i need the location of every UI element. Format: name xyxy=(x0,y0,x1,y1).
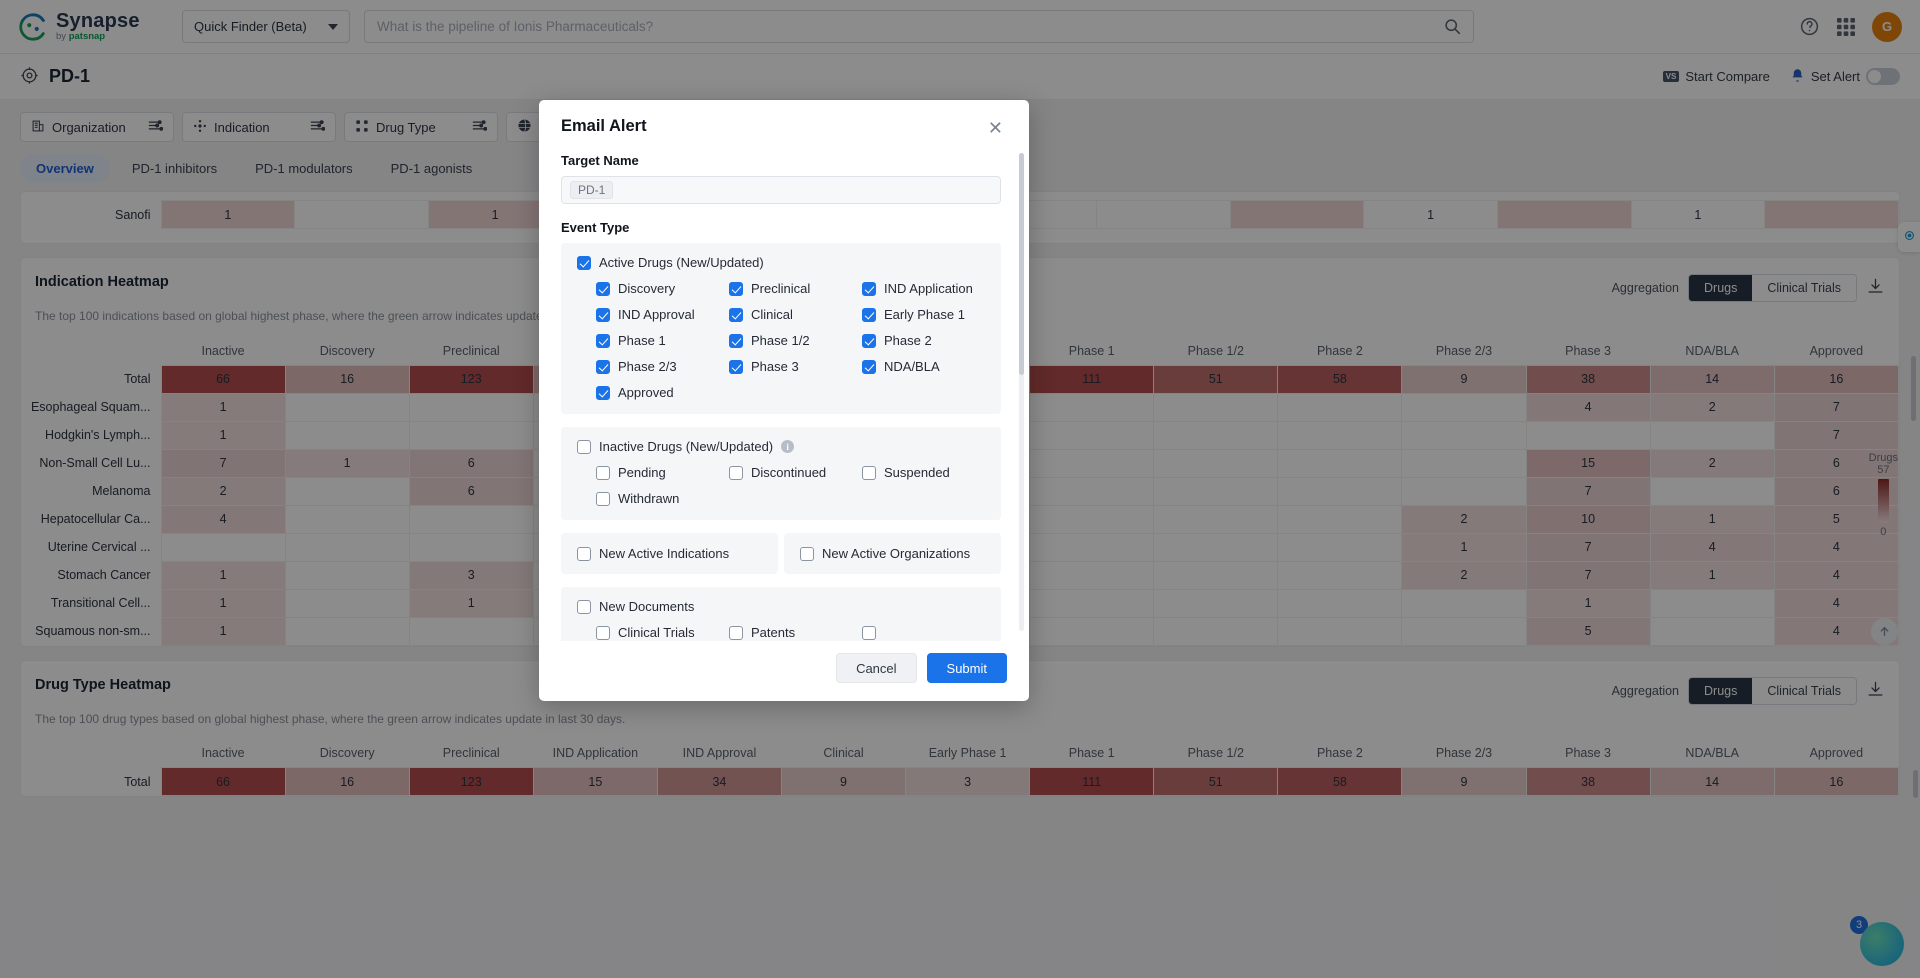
checkbox-ind-application[interactable]: IND Application xyxy=(862,281,985,296)
checkbox-nda-bla[interactable]: NDA/BLA xyxy=(862,359,985,374)
active-drugs-group: Active Drugs (New/Updated) Discovery Pre… xyxy=(561,243,1001,414)
checkbox-withdrawn[interactable]: Withdrawn xyxy=(596,491,729,506)
active-drugs-parent-checkbox[interactable]: Active Drugs (New/Updated) xyxy=(577,255,985,270)
checkbox-approved[interactable]: Approved xyxy=(596,385,729,400)
checkbox-label: NDA/BLA xyxy=(884,359,940,374)
checkbox-label: IND Approval xyxy=(618,307,695,322)
checkbox-label: Preclinical xyxy=(751,281,811,296)
inactive-drugs-parent-checkbox[interactable]: Inactive Drugs (New/Updated) i xyxy=(577,439,985,454)
checkbox-discontinued[interactable]: Discontinued xyxy=(729,465,862,480)
checkbox-pending[interactable]: Pending xyxy=(596,465,729,480)
checkbox-label: Phase 1/2 xyxy=(751,333,810,348)
checkbox-new-active-indications[interactable]: New Active Indications xyxy=(577,546,762,561)
checkbox-label: Patents xyxy=(751,625,796,640)
checkbox-box[interactable] xyxy=(577,546,591,561)
target-name-label: Target Name xyxy=(561,153,639,168)
checkbox-phase-1[interactable]: Phase 1 xyxy=(596,333,729,348)
checkbox-box[interactable] xyxy=(596,359,610,374)
checkbox-box[interactable] xyxy=(729,465,743,480)
cancel-button[interactable]: Cancel xyxy=(836,653,917,683)
checkbox-label: Withdrawn xyxy=(618,491,680,506)
target-name-input[interactable]: PD-1 xyxy=(561,176,1001,204)
new-documents-options: Clinical Trials Patents xyxy=(577,625,985,641)
dialog-body: Target Name PD-1 Event Type Active Drugs… xyxy=(539,139,1029,641)
event-type-label: Event Type xyxy=(561,220,630,235)
new-active-row: New Active Indications New Active Organi… xyxy=(561,533,1001,574)
target-name-chip[interactable]: PD-1 xyxy=(570,181,614,199)
dialog-scroll-area: Target Name PD-1 Event Type Active Drugs… xyxy=(561,153,1007,641)
checkbox-ind-approval[interactable]: IND Approval xyxy=(596,307,729,322)
checkbox-box[interactable] xyxy=(596,333,610,348)
checkbox-box[interactable] xyxy=(862,359,876,374)
checkbox-box[interactable] xyxy=(577,439,591,454)
inactive-drugs-options: Pending Discontinued Suspended Withdrawn xyxy=(577,465,985,506)
checkbox-box[interactable] xyxy=(596,465,610,480)
checkbox-label: Inactive Drugs (New/Updated) xyxy=(599,439,774,454)
checkbox-suspended[interactable]: Suspended xyxy=(862,465,985,480)
dialog-header: Email Alert ✕ xyxy=(539,100,1029,139)
checkbox-label: Phase 2/3 xyxy=(618,359,677,374)
dialog-scrollbar[interactable] xyxy=(1019,153,1024,631)
checkbox-box[interactable] xyxy=(596,385,610,400)
new-active-indications-box: New Active Indications xyxy=(561,533,778,574)
checkbox-label: Early Phase 1 xyxy=(884,307,965,322)
checkbox-box[interactable] xyxy=(800,546,814,561)
checkbox-box[interactable] xyxy=(729,307,743,322)
checkbox-clinical-trials[interactable]: Clinical Trials xyxy=(596,625,729,640)
checkbox-label: Clinical xyxy=(751,307,793,322)
dialog-footer: Cancel Submit xyxy=(539,641,1029,701)
checkbox-box[interactable] xyxy=(862,307,876,322)
checkbox-box[interactable] xyxy=(862,625,876,640)
checkbox-box[interactable] xyxy=(577,599,591,614)
checkbox-label: Discontinued xyxy=(751,465,827,480)
checkbox-box[interactable] xyxy=(729,333,743,348)
checkbox-label: Active Drugs (New/Updated) xyxy=(599,255,764,270)
checkbox-box[interactable] xyxy=(862,281,876,296)
new-documents-group: New Documents Clinical Trials Patents xyxy=(561,587,1001,641)
info-icon[interactable]: i xyxy=(781,440,795,453)
checkbox-label: New Active Organizations xyxy=(822,546,971,561)
checkbox-box[interactable] xyxy=(596,281,610,296)
checkbox-label: Discovery xyxy=(618,281,676,296)
checkbox-label: New Active Indications xyxy=(599,546,730,561)
submit-button[interactable]: Submit xyxy=(926,653,1007,683)
new-active-organizations-box: New Active Organizations xyxy=(784,533,1001,574)
checkbox-box[interactable] xyxy=(729,625,743,640)
checkbox-label: Phase 2 xyxy=(884,333,932,348)
checkbox-preclinical[interactable]: Preclinical xyxy=(729,281,862,296)
checkbox-clinical[interactable]: Clinical xyxy=(729,307,862,322)
checkbox-label: Suspended xyxy=(884,465,950,480)
checkbox-label: Approved xyxy=(618,385,674,400)
checkbox-label: Clinical Trials xyxy=(618,625,695,640)
close-icon[interactable]: ✕ xyxy=(984,117,1007,139)
active-drugs-options: Discovery Preclinical IND Application IN… xyxy=(577,281,985,400)
email-alert-dialog: Email Alert ✕ Target Name PD-1 Event Typ… xyxy=(539,100,1029,701)
checkbox-phase-1-2[interactable]: Phase 1/2 xyxy=(729,333,862,348)
dialog-title: Email Alert xyxy=(561,117,647,135)
checkbox-label: Phase 3 xyxy=(751,359,799,374)
checkbox-label: New Documents xyxy=(599,599,695,614)
checkbox-patents[interactable]: Patents xyxy=(729,625,862,640)
checkbox-box[interactable] xyxy=(729,281,743,296)
checkbox-box[interactable] xyxy=(577,255,591,270)
checkbox-box[interactable] xyxy=(862,333,876,348)
checkbox-box[interactable] xyxy=(862,465,876,480)
checkbox-new-active-organizations[interactable]: New Active Organizations xyxy=(800,546,985,561)
checkbox-phase-3[interactable]: Phase 3 xyxy=(729,359,862,374)
checkbox-label: IND Application xyxy=(884,281,973,296)
checkbox-box[interactable] xyxy=(596,491,610,506)
checkbox-box[interactable] xyxy=(596,625,610,640)
checkbox-label: Pending xyxy=(618,465,666,480)
checkbox-phase-2-3[interactable]: Phase 2/3 xyxy=(596,359,729,374)
checkbox-label: Phase 1 xyxy=(618,333,666,348)
checkbox-early-phase-1[interactable]: Early Phase 1 xyxy=(862,307,985,322)
checkbox-box[interactable] xyxy=(729,359,743,374)
checkbox-extra-a[interactable] xyxy=(862,625,985,640)
checkbox-discovery[interactable]: Discovery xyxy=(596,281,729,296)
new-documents-parent-checkbox[interactable]: New Documents xyxy=(577,599,985,614)
checkbox-box[interactable] xyxy=(596,307,610,322)
checkbox-phase-2[interactable]: Phase 2 xyxy=(862,333,985,348)
inactive-drugs-group: Inactive Drugs (New/Updated) i Pending D… xyxy=(561,427,1001,520)
